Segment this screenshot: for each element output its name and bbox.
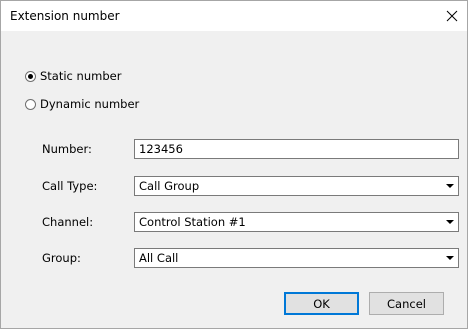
number-label: Number: [42,142,92,156]
call-type-value: Call Group [139,179,200,193]
channel-value: Control Station #1 [139,215,246,229]
call-type-dropdown-button[interactable] [441,177,458,195]
title-bar: Extension number [1,1,467,31]
call-type-label: Call Type: [42,179,98,193]
chevron-down-icon [445,255,454,260]
channel-label: Channel: [42,215,94,229]
channel-dropdown-button[interactable] [441,213,458,231]
ok-button[interactable]: OK [284,292,359,315]
radio-button-unchecked[interactable] [25,98,36,110]
chevron-down-icon [445,219,454,224]
dialog-client-area: Static number Dynamic number Number: Cal… [1,31,467,328]
radio-button-checked[interactable] [25,70,36,82]
static-number-label: Static number [40,69,122,83]
static-number-radio[interactable]: Static number [25,69,121,83]
channel-select[interactable]: Control Station #1 [134,212,459,232]
number-input[interactable] [134,139,459,159]
group-dropdown-button[interactable] [441,249,458,267]
window-title: Extension number [10,9,120,23]
chevron-down-icon [445,183,454,188]
call-type-select[interactable]: Call Group [134,176,459,196]
cancel-button[interactable]: Cancel [369,292,444,315]
group-select[interactable]: All Call [134,248,459,268]
group-label: Group: [42,251,81,265]
extension-number-dialog: Extension number Static number Dynamic n… [0,0,468,329]
close-icon [446,10,458,22]
dynamic-number-radio[interactable]: Dynamic number [25,97,139,111]
close-button[interactable] [437,1,467,31]
dynamic-number-label: Dynamic number [40,97,140,111]
group-value: All Call [139,251,179,265]
